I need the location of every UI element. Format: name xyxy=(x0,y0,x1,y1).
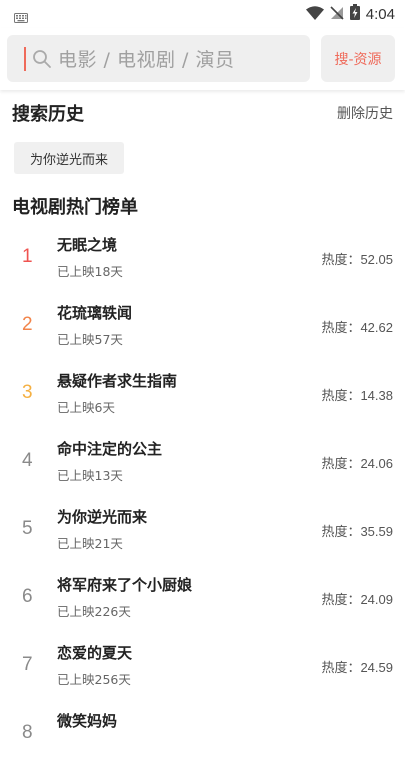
rank-number: 4 xyxy=(22,450,33,471)
show-title: 命中注定的公主 xyxy=(57,440,163,458)
show-days-released: 已上映18天 xyxy=(57,264,123,279)
show-title: 无眠之境 xyxy=(57,236,118,254)
search-icon xyxy=(32,49,52,69)
show-days-released: 已上映21天 xyxy=(57,536,123,551)
no-signal-icon xyxy=(330,5,344,24)
status-bar: 4:04 xyxy=(0,0,405,28)
show-title: 悬疑作者求生指南 xyxy=(57,372,178,390)
list-item[interactable]: 4 命中注定的公主 已上映13天 热度：24.06 xyxy=(0,430,405,498)
show-days-released: 已上映57天 xyxy=(57,332,123,347)
show-title: 花琉璃轶闻 xyxy=(57,304,133,322)
show-title: 为你逆光而来 xyxy=(57,508,148,526)
hot-list: 1 无眠之境 已上映18天 热度：52.05 2 花琉璃轶闻 已上映57天 热度：42.62 3… xyxy=(0,226,405,770)
heat-score: 热度：24.09 xyxy=(321,589,393,608)
rank-number: 3 xyxy=(22,382,33,403)
show-days-released: 已上映6天 xyxy=(57,400,115,415)
search-source-button[interactable]: 搜-资源 xyxy=(321,35,395,82)
heat-label: 热度： xyxy=(321,525,361,540)
heat-score: 热度：24.06 xyxy=(321,453,393,472)
heat-label: 热度： xyxy=(321,457,361,472)
hot-list-title: 电视剧热门榜单 xyxy=(12,197,138,218)
list-item[interactable]: 7 恋爱的夏天已上映256天 热度：24.59 xyxy=(0,634,405,702)
heat-label: 热度： xyxy=(321,661,361,676)
search-bar: 电影 / 电视剧 / 演员 搜-资源 xyxy=(0,28,405,90)
heat-label: 热度： xyxy=(321,593,361,608)
rank-number: 1 xyxy=(22,246,33,267)
heat-value: 24.06 xyxy=(360,456,393,471)
search-input[interactable]: 电影 / 电视剧 / 演员 xyxy=(7,35,310,82)
heat-value: 35.59 xyxy=(360,524,393,539)
keyboard-icon xyxy=(14,8,28,27)
heat-value: 14.38 xyxy=(360,388,393,403)
rank-number: 5 xyxy=(22,518,33,539)
list-item[interactable]: 8 微笑妈妈 xyxy=(0,702,405,770)
show-title: 微笑妈妈 xyxy=(57,712,118,730)
status-time: 4:04 xyxy=(365,5,395,23)
heat-score: 热度：52.05 xyxy=(321,249,393,268)
list-item[interactable]: 6 将军府来了个小厨娘 已上映226天 热度：24.09 xyxy=(0,566,405,634)
rank-number: 8 xyxy=(22,722,33,743)
show-days-released: 已上映13天 xyxy=(57,468,123,483)
show-days-released: 已上映226天 xyxy=(57,604,131,619)
heat-value: 24.09 xyxy=(360,592,393,607)
heat-value: 42.62 xyxy=(360,320,393,335)
heat-value: 24.59 xyxy=(360,660,393,675)
clear-history-button[interactable]: 删除历史 xyxy=(337,103,393,123)
history-title: 搜索历史 xyxy=(12,104,84,125)
list-item[interactable]: 2 花琉璃轶闻已上映57天 热度：42.62 xyxy=(0,294,405,362)
text-cursor xyxy=(24,46,26,71)
search-placeholder: 电影 / 电视剧 / 演员 xyxy=(58,49,235,71)
heat-label: 热度： xyxy=(321,389,361,404)
heat-score: 热度：14.38 xyxy=(321,385,393,404)
heat-score: 热度：42.62 xyxy=(321,317,393,336)
list-item[interactable]: 1 无眠之境已上映18天 热度：52.05 xyxy=(0,226,405,294)
history-chip[interactable]: 为你逆光而来 xyxy=(14,142,125,174)
list-item[interactable]: 5 为你逆光而来 已上映21天 热度：35.59 xyxy=(0,498,405,566)
heat-score: 热度：35.59 xyxy=(321,521,393,540)
wifi-icon xyxy=(305,5,324,24)
heat-score: 热度：24.59 xyxy=(321,657,393,676)
heat-value: 52.05 xyxy=(360,252,393,267)
rank-number: 2 xyxy=(22,314,33,335)
show-days-released: 已上映256天 xyxy=(57,672,131,687)
heat-label: 热度： xyxy=(321,321,361,336)
heat-label: 热度： xyxy=(321,253,361,268)
list-item[interactable]: 3 悬疑作者求生指南 已上映6天 热度：14.38 xyxy=(0,362,405,430)
rank-number: 6 xyxy=(22,586,33,607)
show-title: 恋爱的夏天 xyxy=(57,644,133,662)
battery-charging-icon xyxy=(349,4,360,24)
rank-number: 7 xyxy=(22,654,33,675)
show-title: 将军府来了个小厨娘 xyxy=(57,576,193,594)
